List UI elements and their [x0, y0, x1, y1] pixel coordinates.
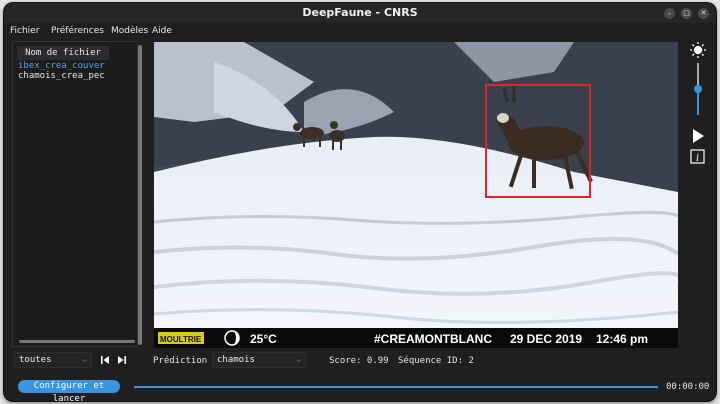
file-list-item[interactable]: ibex_crea_couver: [18, 61, 136, 71]
file-list-vertical-scrollbar[interactable]: [138, 45, 142, 345]
camera-trap-image: MOULTRIE 25°C #CREAMONTBLANC 29 DEC 2019…: [154, 42, 678, 348]
overlay-time: 12:46 pm: [596, 332, 648, 346]
previous-icon[interactable]: [100, 355, 110, 365]
title-bar: DeepFaune - CNRS – □ ✕: [4, 3, 716, 23]
overlay-brand: MOULTRIE: [160, 335, 202, 344]
prediction-select[interactable]: chamois ⌵: [212, 352, 306, 368]
chevron-down-icon: ⌵: [82, 355, 87, 364]
sequence-id-text: Séquence ID: 2: [398, 356, 474, 366]
overlay-temperature: 25°C: [250, 332, 277, 346]
bottom-row: Configurer et lancer 00:00:00: [4, 378, 716, 401]
file-list-horizontal-scrollbar[interactable]: [19, 340, 135, 343]
viewer-tools: i: [688, 41, 712, 171]
window-title: DeepFaune - CNRS: [302, 6, 418, 19]
overlay-tag: #CREAMONTBLANC: [374, 332, 492, 346]
prediction-select-value: chamois: [217, 355, 255, 365]
play-icon[interactable]: [693, 129, 704, 143]
svg-text:i: i: [696, 153, 699, 164]
filter-select[interactable]: toutes ⌵: [14, 352, 92, 368]
chevron-down-icon: ⌵: [296, 355, 301, 364]
menu-bar: Fichier Préférences Modèles Aide: [4, 23, 716, 39]
next-icon[interactable]: [117, 355, 127, 365]
elapsed-time: 00:00:00: [666, 382, 710, 392]
controls-row: toutes ⌵ Prédiction chamois ⌵ Score: 0.9…: [4, 350, 716, 370]
overlay-date: 29 DEC 2019: [510, 332, 582, 346]
menu-aide[interactable]: Aide: [152, 26, 172, 36]
score-text: Score: 0.99: [329, 356, 389, 366]
configure-and-run-button[interactable]: Configurer et lancer: [18, 380, 120, 401]
file-list-item[interactable]: chamois_crea_pec: [18, 71, 136, 81]
menu-preferences[interactable]: Préférences: [51, 26, 104, 36]
brightness-slider-handle[interactable]: [694, 85, 702, 93]
image-viewer[interactable]: MOULTRIE 25°C #CREAMONTBLANC 29 DEC 2019…: [154, 42, 678, 348]
app-window: DeepFaune - CNRS – □ ✕ Fichier Préférenc…: [4, 3, 716, 401]
prediction-label: Prédiction: [153, 356, 208, 366]
minimize-icon[interactable]: –: [664, 8, 675, 19]
menu-modeles[interactable]: Modèles: [111, 26, 148, 36]
menu-fichier[interactable]: Fichier: [10, 26, 39, 36]
progress-bar: [134, 386, 658, 388]
brightness-icon: [690, 42, 706, 58]
filter-select-value: toutes: [19, 355, 52, 365]
file-list-header[interactable]: Nom de fichier: [17, 46, 109, 60]
maximize-icon[interactable]: □: [681, 8, 692, 19]
file-list-panel[interactable]: Nom de fichier ibex_crea_couver chamois_…: [12, 41, 138, 347]
close-icon[interactable]: ✕: [698, 8, 709, 19]
